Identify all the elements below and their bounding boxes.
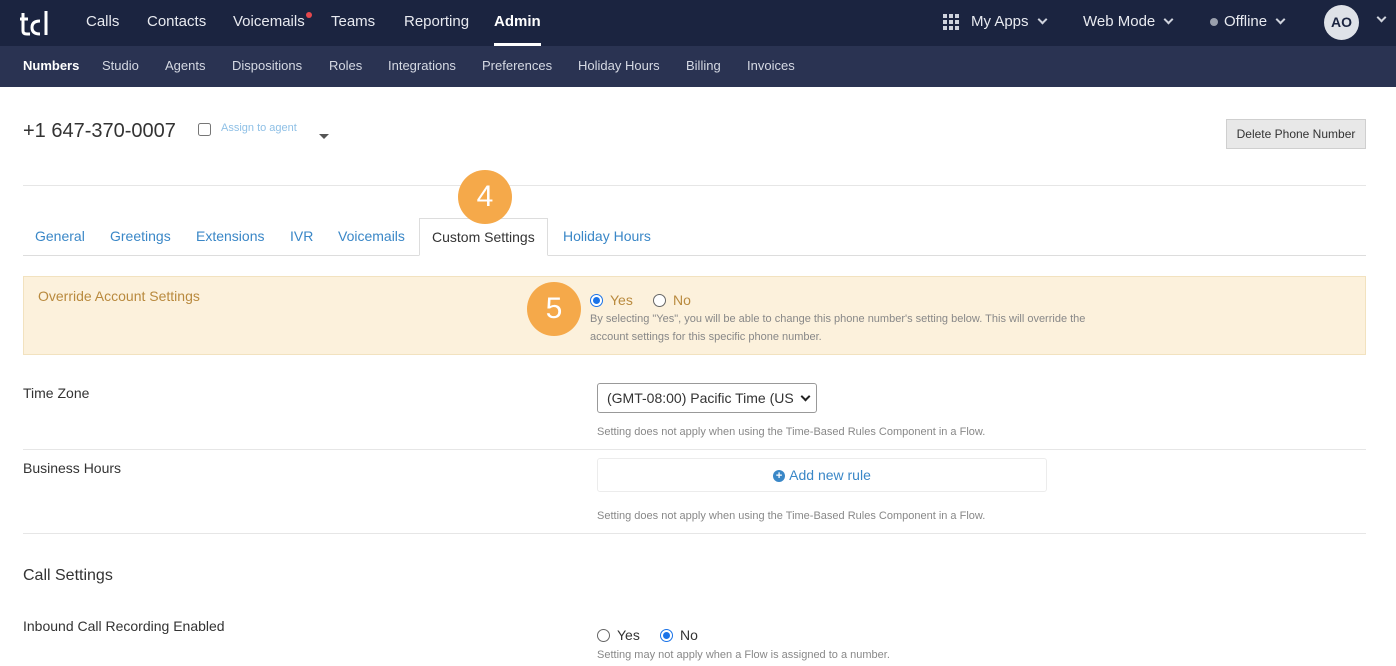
business-hours-help: Setting does not apply when using the Ti… bbox=[597, 510, 986, 522]
status-dot-icon bbox=[1210, 18, 1218, 26]
chevron-down-icon bbox=[1275, 14, 1286, 25]
subnav-holiday-hours[interactable]: Holiday Hours bbox=[578, 46, 660, 87]
nav-admin[interactable]: Admin bbox=[494, 0, 541, 46]
my-apps-menu[interactable]: My Apps bbox=[971, 0, 1047, 46]
call-settings-heading: Call Settings bbox=[23, 567, 113, 584]
apps-grid-icon[interactable] bbox=[943, 14, 959, 30]
inbound-recording-label: Inbound Call Recording Enabled bbox=[23, 618, 225, 634]
chevron-down-icon bbox=[1163, 14, 1174, 25]
tab-general[interactable]: General bbox=[35, 218, 85, 256]
tab-voicemails[interactable]: Voicemails bbox=[338, 218, 405, 256]
status-menu[interactable]: Offline bbox=[1210, 0, 1286, 46]
override-label: Override Account Settings bbox=[38, 288, 200, 304]
tab-ivr[interactable]: IVR bbox=[290, 218, 313, 256]
page-title-phone-number: +1 647-370-0007 bbox=[23, 120, 176, 142]
subnav-integrations[interactable]: Integrations bbox=[388, 46, 456, 87]
override-no-label[interactable]: No bbox=[673, 292, 691, 308]
subnav-billing[interactable]: Billing bbox=[686, 46, 721, 87]
tab-greetings[interactable]: Greetings bbox=[110, 218, 171, 256]
step-5-badge: 5 bbox=[527, 282, 581, 336]
add-new-rule-label: Add new rule bbox=[789, 467, 871, 483]
override-help-line-2: account settings for this specific phone… bbox=[590, 331, 822, 343]
delete-phone-number-button[interactable]: Delete Phone Number bbox=[1226, 119, 1366, 149]
override-yes-radio[interactable] bbox=[590, 294, 603, 307]
tcl-logo[interactable] bbox=[20, 9, 50, 37]
web-mode-menu[interactable]: Web Mode bbox=[1083, 0, 1174, 46]
override-help-text: By selecting "Yes", you will be able to … bbox=[590, 310, 1085, 346]
tab-extensions[interactable]: Extensions bbox=[196, 218, 264, 256]
assign-to-agent-checkbox[interactable] bbox=[198, 123, 211, 136]
add-new-rule-button[interactable]: + Add new rule bbox=[597, 458, 1047, 492]
nav-voicemails[interactable]: Voicemails bbox=[233, 0, 305, 46]
divider bbox=[23, 185, 1366, 186]
inbound-recording-no-radio[interactable] bbox=[660, 629, 673, 642]
divider bbox=[23, 533, 1366, 534]
my-apps-label: My Apps bbox=[971, 13, 1029, 30]
override-help-line-1: By selecting "Yes", you will be able to … bbox=[590, 313, 1086, 325]
subnav-agents[interactable]: Agents bbox=[165, 46, 205, 87]
nav-teams[interactable]: Teams bbox=[331, 0, 375, 46]
top-navigation-bar: Calls Contacts Voicemails Teams Reportin… bbox=[0, 0, 1396, 46]
inbound-recording-help: Setting may not apply when a Flow is ass… bbox=[597, 649, 890, 661]
step-4-badge: 4 bbox=[458, 170, 512, 224]
override-yes-label[interactable]: Yes bbox=[610, 292, 633, 308]
avatar[interactable]: AO bbox=[1324, 5, 1359, 40]
admin-sub-navigation: Numbers Studio Agents Dispositions Roles… bbox=[0, 46, 1396, 87]
chevron-down-icon[interactable] bbox=[1376, 12, 1387, 23]
time-zone-select[interactable]: (GMT-08:00) Pacific Time (US bbox=[597, 383, 817, 413]
override-no-radio[interactable] bbox=[653, 294, 666, 307]
divider bbox=[23, 449, 1366, 450]
time-zone-value: (GMT-08:00) Pacific Time (US bbox=[607, 390, 794, 406]
nav-reporting[interactable]: Reporting bbox=[404, 0, 469, 46]
chevron-down-icon bbox=[800, 391, 811, 402]
chevron-down-icon bbox=[1037, 14, 1047, 25]
notification-dot bbox=[306, 12, 312, 18]
plus-circle-icon: + bbox=[773, 470, 786, 482]
time-zone-label: Time Zone bbox=[23, 385, 90, 401]
subnav-studio[interactable]: Studio bbox=[102, 46, 139, 87]
assign-to-agent-label[interactable]: Assign to agent bbox=[221, 122, 297, 134]
inbound-recording-yes-label[interactable]: Yes bbox=[617, 627, 640, 643]
status-label: Offline bbox=[1224, 13, 1268, 30]
caret-down-icon[interactable] bbox=[319, 134, 329, 139]
nav-contacts[interactable]: Contacts bbox=[147, 0, 206, 46]
subnav-numbers[interactable]: Numbers bbox=[23, 46, 79, 87]
web-mode-label: Web Mode bbox=[1083, 13, 1156, 30]
subnav-preferences[interactable]: Preferences bbox=[482, 46, 552, 87]
tab-holiday-hours[interactable]: Holiday Hours bbox=[563, 218, 651, 256]
nav-calls[interactable]: Calls bbox=[86, 0, 119, 46]
subnav-roles[interactable]: Roles bbox=[329, 46, 362, 87]
time-zone-help: Setting does not apply when using the Ti… bbox=[597, 426, 986, 438]
subnav-invoices[interactable]: Invoices bbox=[747, 46, 795, 87]
inbound-recording-yes-radio[interactable] bbox=[597, 629, 610, 642]
subnav-dispositions[interactable]: Dispositions bbox=[232, 46, 302, 87]
inbound-recording-no-label[interactable]: No bbox=[680, 627, 698, 643]
business-hours-label: Business Hours bbox=[23, 460, 122, 476]
